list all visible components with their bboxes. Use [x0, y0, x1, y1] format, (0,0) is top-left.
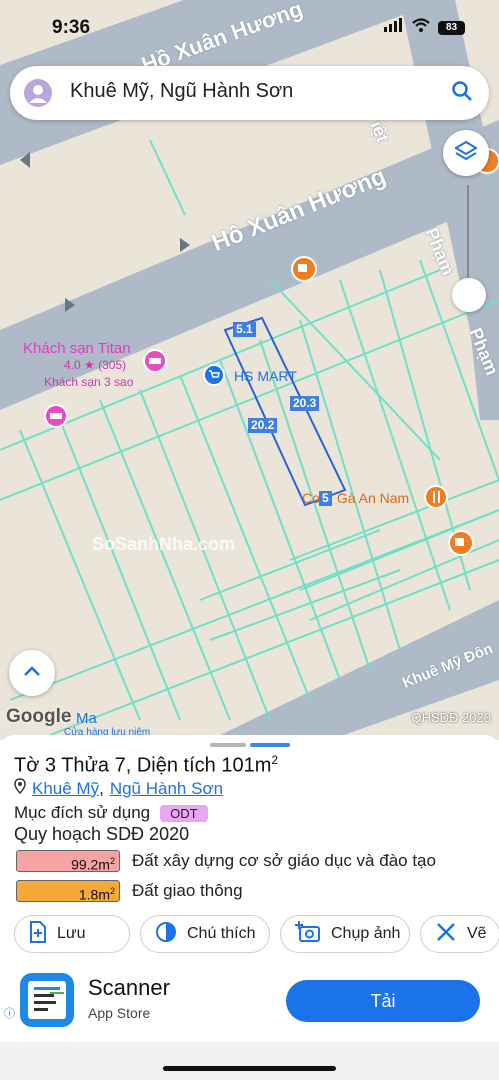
restaurant-icon[interactable]	[424, 485, 448, 509]
save-label: Lưu	[57, 925, 86, 942]
chevron-up-icon	[23, 664, 41, 682]
layers-button[interactable]	[443, 130, 489, 176]
location-link-district[interactable]: Ngũ Hành Sơn	[110, 779, 223, 799]
location-row: Khuê Mỹ, Ngũ Hành Sơn	[14, 778, 223, 799]
legend-item: 99.2m2 Đất xây dựng cơ sở giáo dục và đà…	[16, 850, 436, 873]
scanner-app-icon[interactable]	[20, 973, 74, 1027]
save-button[interactable]: Lưu	[14, 915, 130, 953]
contrast-icon	[155, 921, 177, 948]
search-query[interactable]: Khuê Mỹ, Ngũ Hành Sơn	[70, 80, 293, 103]
avatar[interactable]	[24, 79, 52, 107]
draw-button[interactable]: Vẽ	[420, 915, 499, 953]
purpose-row: Mục đích sử dụng ODT	[14, 803, 208, 823]
legend-value: 99.2m	[71, 856, 110, 873]
dimension-right: 20.3	[290, 396, 320, 411]
photo-button[interactable]: Chụp ảnh	[280, 915, 410, 953]
hotel-rating: 4.0 ★ (305)	[64, 358, 127, 372]
purpose-label: Mục đích sử dụng	[14, 803, 151, 822]
plan-title: Quy hoạch SDĐ 2020	[14, 824, 190, 844]
battery-icon: 83	[438, 20, 465, 35]
search-bar[interactable]: Khuê Mỹ, Ngũ Hành Sơn	[10, 66, 489, 120]
legend-value: 1.8m	[78, 886, 110, 903]
legend-label: Chú thích	[187, 925, 256, 942]
ad-app-name: Scanner	[88, 975, 170, 1000]
location-pin-icon	[14, 778, 26, 799]
legend-desc: Đất xây dựng cơ sở giáo dục và đào tạo	[132, 851, 436, 870]
status-bar: 9:36 83	[0, 0, 499, 56]
location-link-ward[interactable]: Khuê Mỹ	[32, 779, 99, 799]
add-document-icon	[29, 920, 47, 948]
expand-up-button[interactable]	[9, 650, 55, 696]
signal-icon	[384, 18, 404, 37]
status-time: 9:36	[52, 17, 91, 38]
mart-label[interactable]: HS MART	[234, 368, 297, 384]
opacity-slider-handle[interactable]	[452, 278, 486, 312]
purpose-badge: ODT	[160, 804, 208, 822]
legend-item: 1.8m2 Đất giao thông	[16, 880, 243, 903]
legend-value-sup: 2	[109, 886, 115, 896]
draw-label: Vẽ	[467, 925, 487, 942]
dimension-left: 20.2	[248, 418, 278, 433]
home-indicator[interactable]	[163, 1066, 336, 1071]
dimension-bottom: 5	[319, 491, 332, 506]
photo-label: Chụp ảnh	[331, 925, 401, 942]
hotel-type: Khách sạn 3 sao	[44, 375, 134, 389]
layers-icon	[454, 140, 478, 167]
ad-store: App Store	[88, 1005, 151, 1021]
parcel-title-text: Tờ 3 Thửa 7, Diện tích 101m	[14, 754, 272, 777]
parcel-title: Tờ 3 Thửa 7, Diện tích 101m2	[14, 753, 278, 778]
poi-bottom-left[interactable]: Ma	[76, 710, 97, 727]
dimension-top: 5.1	[233, 322, 256, 337]
cart-icon[interactable]	[203, 364, 225, 386]
sheet-handle[interactable]	[210, 743, 246, 747]
google-logo: Google	[6, 706, 72, 727]
location-separator: ,	[99, 778, 104, 798]
cafe-icon[interactable]	[291, 256, 317, 282]
parcel-title-sup: 2	[271, 753, 279, 767]
hotel-pin-icon-2[interactable]	[44, 404, 68, 428]
home-indicator-area	[0, 1042, 499, 1080]
add-photo-icon	[295, 920, 321, 948]
hotel-name[interactable]: Khách sạn Titan	[23, 340, 131, 357]
install-button[interactable]: Tải	[286, 980, 480, 1022]
parcel-info-sheet[interactable]: Tờ 3 Thửa 7, Diện tích 101m2 Khuê Mỹ, Ng…	[0, 735, 499, 1080]
legend-swatch: 1.8m2	[16, 880, 120, 903]
layer-tag: QHSDĐ 2020	[411, 710, 491, 725]
action-chips: Lưu Chú thích Chụp ảnh Vẽ	[14, 915, 499, 953]
legend-desc: Đất giao thông	[132, 881, 243, 900]
legend-swatch: 99.2m2	[16, 850, 120, 873]
ad-info-icon[interactable]: ⓘ	[4, 1005, 15, 1021]
hotel-pin-icon[interactable]	[143, 349, 167, 373]
legend-button[interactable]: Chú thích	[140, 915, 270, 953]
watermark: SoSanhNha.com	[92, 534, 236, 554]
legend-value-sup: 2	[109, 856, 115, 866]
ruler-pencil-icon	[435, 921, 457, 948]
opacity-slider-track[interactable]	[467, 185, 469, 285]
ad-banner[interactable]: ⓘ Scanner App Store Tải	[0, 965, 499, 1043]
wifi-icon	[412, 18, 430, 37]
map-view[interactable]: 9:36 83 Khuê Mỹ, Ngũ Hành Sơn Hồ Xuân Hư…	[0, 0, 499, 740]
search-icon[interactable]	[451, 80, 473, 107]
sheet-handle-active[interactable]	[250, 743, 290, 747]
cafe-icon-2[interactable]	[448, 530, 474, 556]
